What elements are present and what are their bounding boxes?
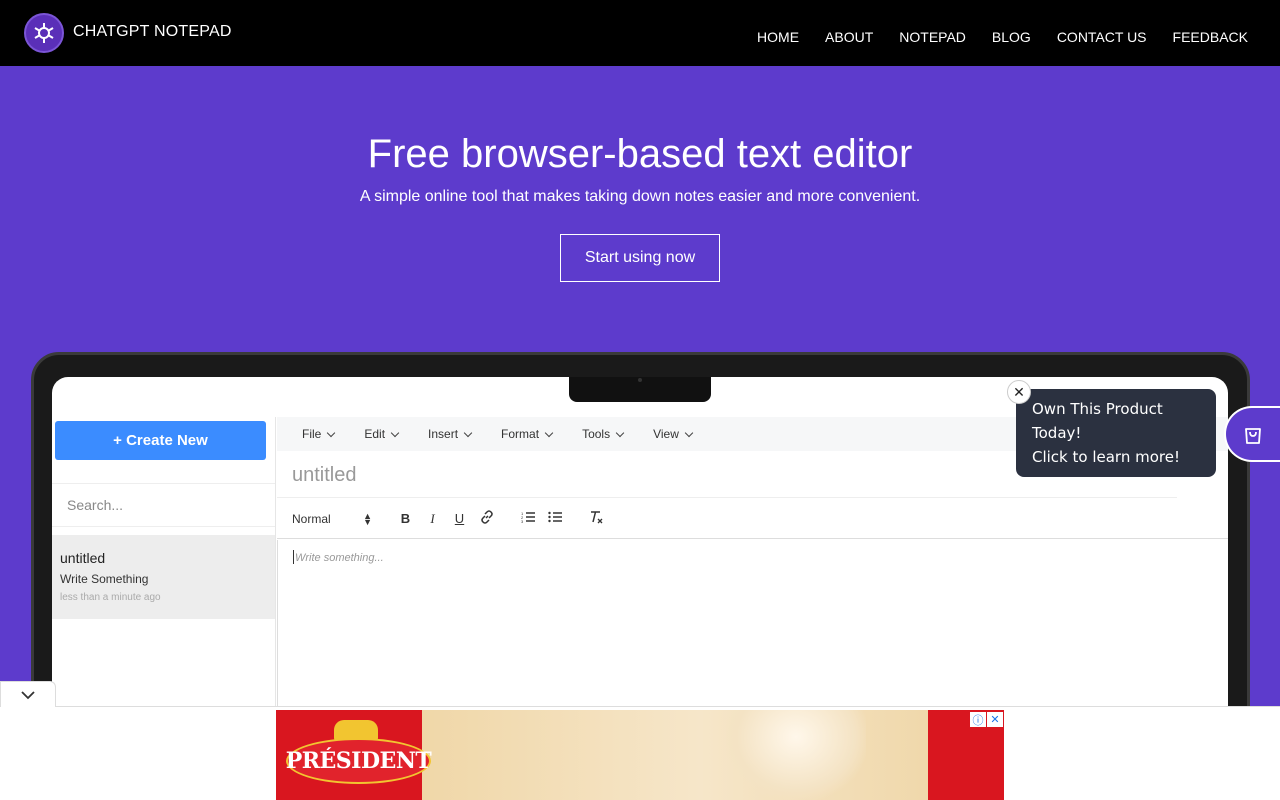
collapse-ad-button[interactable] (0, 681, 56, 707)
ad-brand-logo: PRÉSIDENT (286, 738, 432, 784)
chevron-down-icon (544, 428, 554, 437)
ordered-list-icon[interactable]: 123 (514, 511, 541, 526)
select-arrows-icon: ▲ ▼ (363, 510, 372, 527)
ad-info-icon[interactable]: ⓘ (970, 712, 986, 727)
top-navbar: CHATGPT NOTEPAD HOME ABOUT NOTEPAD BLOG … (0, 0, 1280, 66)
shopping-bag-icon (1245, 428, 1261, 444)
menu-file[interactable]: File (302, 427, 336, 441)
paragraph-style-select[interactable]: Normal ▲ ▼ (292, 510, 372, 527)
chevron-down-icon (327, 428, 336, 437)
tooltip-line-2: Today! (1032, 424, 1082, 442)
chevron-down-icon (684, 428, 694, 437)
text-cursor (293, 550, 294, 564)
note-snippet: Write Something (60, 572, 149, 586)
format-toolbar: Normal ▲ ▼ B I U 123 (277, 499, 1228, 539)
nav-home[interactable]: HOME (757, 29, 799, 45)
hero-title: Free browser-based text editor (367, 132, 913, 176)
bullet-list-icon[interactable] (541, 511, 568, 526)
advertisement-banner[interactable]: PRÉSIDENT ⓘ ✕ (276, 710, 1004, 800)
italic-button[interactable]: I (419, 511, 446, 527)
note-title: untitled (60, 550, 106, 566)
create-new-button[interactable]: + Create New (55, 421, 266, 460)
close-icon[interactable]: ✕ (1007, 380, 1031, 404)
tooltip-line-1: Own This Product (1032, 400, 1163, 418)
menu-tools[interactable]: Tools (582, 427, 625, 441)
chevron-down-icon (615, 428, 625, 437)
brand-logo[interactable] (24, 13, 64, 53)
ad-cheese-highlight (726, 710, 866, 800)
start-using-button[interactable]: Start using now (560, 234, 720, 282)
ad-close-icon[interactable]: ✕ (987, 712, 1003, 727)
camera-dot (638, 378, 642, 382)
nav-notepad[interactable]: NOTEPAD (899, 29, 966, 45)
promo-tooltip[interactable]: Own This Product Today! Click to learn m… (1016, 389, 1216, 477)
notes-sidebar: + Create New Search... untitled Write So… (52, 417, 276, 707)
note-list-item[interactable]: untitled Write Something less than a min… (52, 535, 275, 619)
chevron-down-icon (463, 428, 473, 437)
main-nav: HOME ABOUT NOTEPAD BLOG CONTACT US FEEDB… (757, 29, 1248, 45)
editor-body[interactable]: Write something... (277, 540, 1228, 707)
nav-blog[interactable]: BLOG (992, 29, 1031, 45)
underline-button[interactable]: U (446, 511, 473, 526)
chevron-down-icon (390, 428, 400, 437)
note-timestamp: less than a minute ago (60, 592, 161, 603)
tooltip-line-3: Click to learn more! (1032, 448, 1180, 466)
nav-feedback[interactable]: FEEDBACK (1173, 29, 1248, 45)
nav-about[interactable]: ABOUT (825, 29, 873, 45)
menu-view[interactable]: View (653, 427, 694, 441)
hero-subtitle: A simple online tool that makes taking d… (359, 188, 921, 205)
openai-knot-icon (34, 23, 54, 43)
nav-contact-us[interactable]: CONTACT US (1057, 29, 1147, 45)
notes-search-input[interactable]: Search... (52, 483, 275, 527)
chevron-down-icon (21, 690, 35, 699)
bold-button[interactable]: B (392, 511, 419, 526)
clear-format-icon[interactable] (582, 510, 609, 527)
ad-badges: ⓘ ✕ (970, 712, 1003, 727)
brand-name[interactable]: CHATGPT NOTEPAD (73, 23, 232, 41)
svg-text:3: 3 (521, 519, 524, 523)
menu-format[interactable]: Format (501, 427, 554, 441)
link-icon[interactable] (473, 510, 500, 527)
shopping-bag-button[interactable] (1224, 406, 1280, 462)
menu-edit[interactable]: Edit (364, 427, 400, 441)
menu-insert[interactable]: Insert (428, 427, 473, 441)
